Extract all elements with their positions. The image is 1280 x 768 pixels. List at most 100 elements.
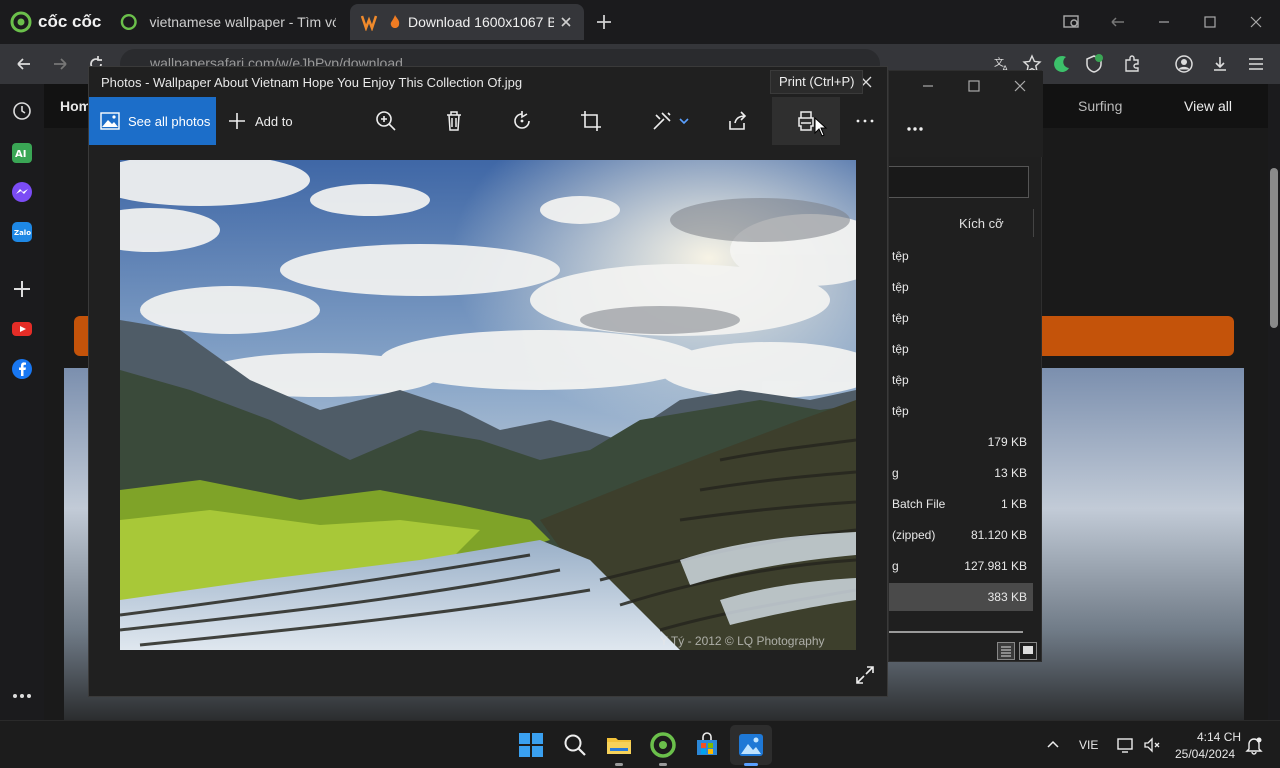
- back-icon[interactable]: [14, 54, 34, 74]
- windows-start-icon[interactable]: [518, 732, 544, 758]
- new-tab-icon[interactable]: [594, 12, 614, 32]
- extensions-icon[interactable]: [1122, 54, 1142, 74]
- brand-name: cốc cốc: [38, 12, 102, 31]
- undo-tab-icon[interactable]: [1108, 12, 1128, 32]
- minimize-icon[interactable]: [1154, 12, 1174, 32]
- plus-icon: [229, 113, 245, 129]
- search-tabs-icon[interactable]: [1062, 12, 1082, 32]
- more-icon[interactable]: [11, 685, 33, 707]
- close-window-icon[interactable]: [1246, 12, 1266, 32]
- photos-window: Photos - Wallpaper About Vietnam Hope Yo…: [88, 66, 888, 697]
- see-all-photos-button[interactable]: See all photos: [89, 97, 216, 145]
- browser-tab-strip: cốc cốc vietnamese wallpaper - Tìm với C…: [0, 0, 1280, 44]
- list-item[interactable]: tệp: [889, 397, 1033, 425]
- crop-icon[interactable]: [579, 109, 603, 133]
- rice-terrace-landscape-photo: Y Tý - 2012 © LQ Photography: [120, 160, 856, 650]
- zoom-icon[interactable]: [374, 109, 398, 133]
- tab-title: Download 1600x1067 Best: [408, 14, 554, 30]
- coccoc-logo-icon: [10, 11, 32, 33]
- photo-viewer-image[interactable]: Y Tý - 2012 © LQ Photography: [120, 160, 856, 650]
- maximize-icon[interactable]: [1200, 12, 1220, 32]
- edit-icon[interactable]: [650, 109, 674, 133]
- scrollbar-thumb[interactable]: [1270, 168, 1278, 328]
- wallpapersafari-favicon-icon: [360, 15, 378, 31]
- clock-date[interactable]: 25/04/2024: [1175, 747, 1235, 761]
- expand-fullscreen-icon[interactable]: [854, 664, 876, 686]
- explorer-search-input[interactable]: [889, 166, 1029, 198]
- file-explorer-window: Kích cỡ tệp tệp tệp tệp tệp tệp 179 KB g…: [888, 70, 1043, 662]
- chevron-down-icon[interactable]: [677, 114, 691, 128]
- list-item[interactable]: (zipped) 81.120 KB: [889, 521, 1033, 549]
- coccoc-browser-icon[interactable]: [650, 732, 676, 758]
- list-item[interactable]: g 127.981 KB: [889, 552, 1033, 580]
- history-icon[interactable]: [11, 100, 33, 122]
- menu-icon[interactable]: [1246, 54, 1266, 74]
- profile-icon[interactable]: [1174, 54, 1194, 74]
- horizontal-scrollbar[interactable]: [889, 631, 1023, 633]
- list-item[interactable]: tệp: [889, 366, 1033, 394]
- page-scrollbar[interactable]: [1268, 84, 1280, 720]
- details-view-button[interactable]: [997, 642, 1015, 660]
- dark-mode-icon[interactable]: [1052, 54, 1072, 74]
- ai-assistant-icon[interactable]: AI: [11, 142, 33, 164]
- network-icon[interactable]: [1116, 735, 1136, 755]
- list-item[interactable]: g 13 KB: [889, 459, 1033, 487]
- running-indicator: [659, 763, 667, 766]
- nav-view-all[interactable]: View all: [1184, 98, 1232, 114]
- search-icon[interactable]: [562, 732, 588, 758]
- notification-bell-icon[interactable]: [1244, 735, 1264, 755]
- youtube-icon[interactable]: [11, 318, 33, 340]
- column-divider: [1033, 209, 1034, 237]
- list-item-selected[interactable]: 383 KB: [889, 583, 1033, 611]
- adblock-shield-icon[interactable]: [1084, 54, 1104, 74]
- svg-text:Zalo: Zalo: [14, 229, 31, 237]
- see-all-label: See all photos: [128, 113, 211, 129]
- add-sidebar-app-icon[interactable]: [11, 278, 33, 300]
- tab-search[interactable]: vietnamese wallpaper - Tìm với Cốc Cốc: [110, 4, 346, 40]
- clock-time[interactable]: 4:14 CH: [1197, 730, 1241, 744]
- zalo-icon[interactable]: Zalo: [11, 221, 33, 243]
- mouse-cursor-icon: [814, 117, 828, 137]
- list-item[interactable]: 179 KB: [889, 428, 1033, 456]
- sidebar: AI Zalo: [0, 84, 44, 720]
- photo-watermark: Y Tý - 2012 © LQ Photography: [660, 634, 825, 648]
- explorer-header: [889, 71, 1043, 157]
- maximize-icon[interactable]: [965, 77, 983, 95]
- tiles-view-button[interactable]: [1019, 642, 1037, 660]
- rotate-icon[interactable]: [510, 109, 534, 133]
- nav-surfing[interactable]: Surfing: [1078, 98, 1122, 114]
- gallery-icon: [100, 112, 120, 130]
- coccoc-logo[interactable]: cốc cốc: [10, 10, 101, 34]
- list-item[interactable]: tệp: [889, 273, 1033, 301]
- add-to-label: Add to: [255, 113, 293, 129]
- delete-icon[interactable]: [442, 109, 466, 133]
- add-to-button[interactable]: Add to: [227, 97, 293, 145]
- minimize-icon[interactable]: [919, 77, 937, 95]
- tab-download[interactable]: Download 1600x1067 Best: [350, 4, 584, 40]
- file-explorer-icon[interactable]: [606, 732, 632, 758]
- close-icon[interactable]: [1011, 77, 1029, 95]
- tab-close-icon[interactable]: [558, 14, 574, 30]
- print-tooltip: Print (Ctrl+P): [770, 70, 864, 94]
- forward-icon[interactable]: [50, 54, 70, 74]
- photos-app-icon[interactable]: [738, 732, 764, 758]
- messenger-icon[interactable]: [11, 181, 33, 203]
- list-item[interactable]: tệp: [889, 304, 1033, 332]
- microsoft-store-icon[interactable]: [694, 732, 720, 758]
- list-item[interactable]: tệp: [889, 242, 1033, 270]
- tiles-view-icon: [1023, 646, 1033, 654]
- downloads-icon[interactable]: [1210, 54, 1230, 74]
- input-language[interactable]: VIE: [1079, 738, 1098, 752]
- tab-title: vietnamese wallpaper - Tìm với Cốc Cốc: [149, 14, 336, 30]
- print-button[interactable]: [772, 97, 840, 145]
- volume-muted-icon[interactable]: [1142, 735, 1162, 755]
- facebook-icon[interactable]: [11, 358, 33, 380]
- window-title: Photos - Wallpaper About Vietnam Hope Yo…: [101, 75, 523, 90]
- share-icon[interactable]: [726, 109, 750, 133]
- more-options-icon[interactable]: [905, 119, 925, 139]
- chevron-up-icon[interactable]: [1045, 737, 1061, 753]
- list-item[interactable]: tệp: [889, 335, 1033, 363]
- more-options-icon[interactable]: [853, 109, 877, 133]
- size-column-header[interactable]: Kích cỡ: [959, 216, 1004, 231]
- list-item[interactable]: Batch File 1 KB: [889, 490, 1033, 518]
